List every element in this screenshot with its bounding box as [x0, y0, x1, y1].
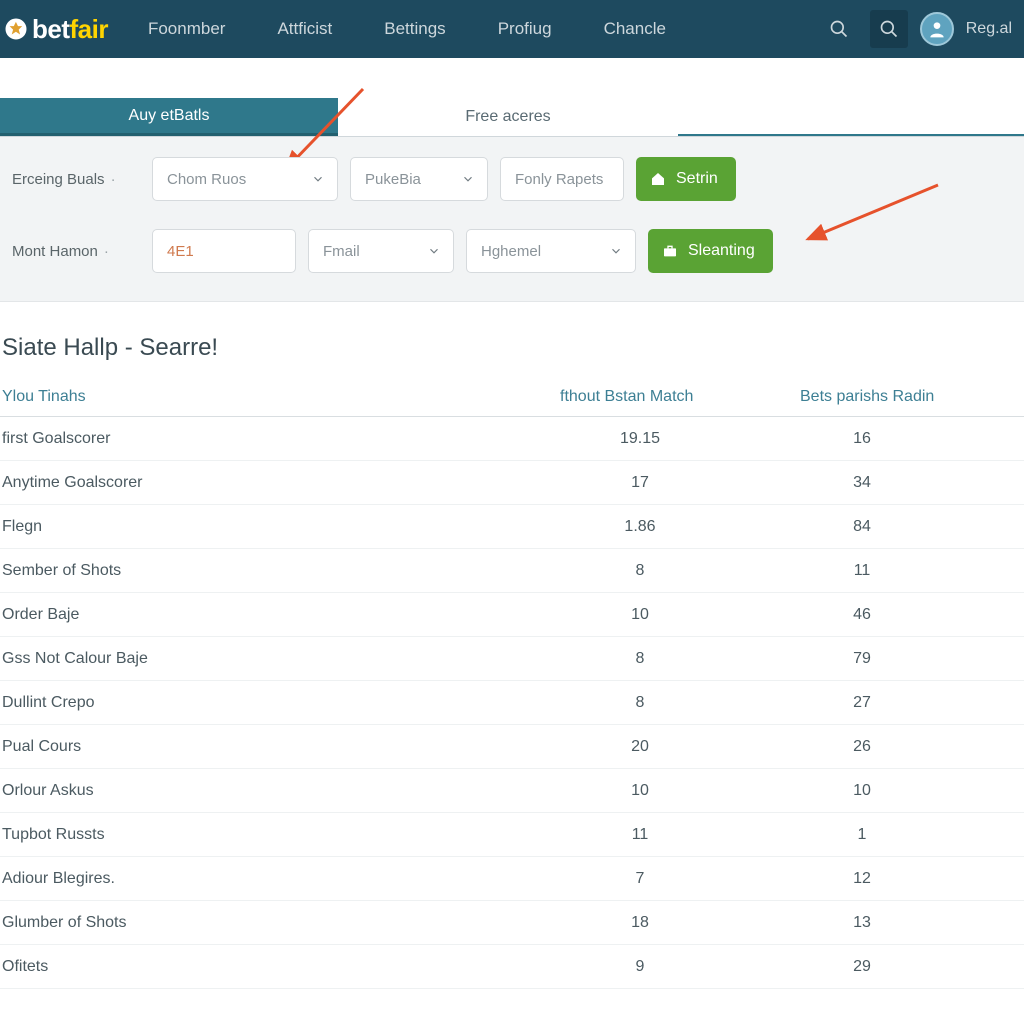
- cell-col2: 8: [560, 562, 800, 580]
- nav-item-3[interactable]: Profiug: [472, 19, 578, 39]
- cell-col3: 84: [800, 518, 1024, 536]
- cell-name: Tupbot Russts: [0, 826, 560, 844]
- filter-row-1: Erceing Buals· Chom Ruos PukeBia Fonly R…: [12, 157, 1012, 201]
- cell-col3: 34: [800, 474, 1024, 492]
- logo[interactable]: betfair: [0, 14, 122, 45]
- cell-name: Glumber of Shots: [0, 914, 560, 932]
- cell-col3: 46: [800, 606, 1024, 624]
- tab-secondary[interactable]: Free aceres: [338, 98, 678, 136]
- table-header: Ylou Tinahs fthout Bstan Match Bets pari…: [0, 382, 1024, 417]
- chevron-down-icon: [609, 244, 623, 258]
- cell-name: Dullint Crepo: [0, 694, 560, 712]
- table-row[interactable]: Ofitets929: [0, 945, 1024, 989]
- th-col3[interactable]: Bets parishs Radin: [800, 388, 1024, 406]
- cell-col3: 12: [800, 870, 1024, 888]
- cell-col3: 16: [800, 430, 1024, 448]
- chevron-down-icon: [461, 172, 475, 186]
- table-row[interactable]: Order Baje1046: [0, 593, 1024, 637]
- tab-active[interactable]: Auy etBatls: [0, 98, 338, 136]
- filter-row-2: Mont Hamon· Fmail Hghemel Sleanting: [12, 229, 1012, 273]
- filter-panel: Erceing Buals· Chom Ruos PukeBia Fonly R…: [0, 137, 1024, 302]
- table-row[interactable]: Dullint Crepo827: [0, 681, 1024, 725]
- cell-col3: 79: [800, 650, 1024, 668]
- cell-col2: 1.86: [560, 518, 800, 536]
- cell-col2: 8: [560, 694, 800, 712]
- th-col2[interactable]: fthout Bstan Match: [560, 388, 800, 406]
- cell-name: first Goalscorer: [0, 430, 560, 448]
- table-row[interactable]: Glumber of Shots1813: [0, 901, 1024, 945]
- cell-col3: 1: [800, 826, 1024, 844]
- avatar[interactable]: [920, 12, 954, 46]
- app-header: betfair Foonmber Attficist Bettings Prof…: [0, 0, 1024, 58]
- briefcase-icon: [662, 243, 678, 259]
- nav-item-2[interactable]: Bettings: [358, 19, 471, 39]
- cell-col2: 20: [560, 738, 800, 756]
- primary-nav: Foonmber Attficist Bettings Profiug Chan…: [122, 19, 820, 39]
- th-name[interactable]: Ylou Tinahs: [0, 388, 560, 406]
- cell-name: Adiour Blegires.: [0, 870, 560, 888]
- filter2-submit-button[interactable]: Sleanting: [648, 229, 773, 273]
- cell-name: Orlour Askus: [0, 782, 560, 800]
- filter1-select-1[interactable]: Chom Ruos: [152, 157, 338, 201]
- tab-row: Auy etBatls Free aceres: [0, 98, 1024, 137]
- cell-col3: 13: [800, 914, 1024, 932]
- cell-col2: 7: [560, 870, 800, 888]
- table-row[interactable]: Pual Cours2026: [0, 725, 1024, 769]
- header-actions: Reg.al: [820, 10, 1020, 48]
- cell-name: Sember of Shots: [0, 562, 560, 580]
- cell-col3: 27: [800, 694, 1024, 712]
- logo-text: betfair: [32, 14, 108, 45]
- cell-name: Order Baje: [0, 606, 560, 624]
- filter2-input[interactable]: [152, 229, 296, 273]
- filter1-select-3[interactable]: Fonly Rapets: [500, 157, 624, 201]
- section-title: Siate Hallp - Searre!: [0, 302, 1024, 382]
- filter2-select-2[interactable]: Hghemel: [466, 229, 636, 273]
- filter2-select-1[interactable]: Fmail: [308, 229, 454, 273]
- chevron-down-icon: [427, 244, 441, 258]
- cell-col2: 19.15: [560, 430, 800, 448]
- table-row[interactable]: Orlour Askus1010: [0, 769, 1024, 813]
- home-icon: [650, 171, 666, 187]
- cell-col3: 29: [800, 958, 1024, 976]
- filter1-label: Erceing Buals·: [12, 171, 152, 188]
- cell-col2: 8: [560, 650, 800, 668]
- cell-col2: 18: [560, 914, 800, 932]
- cell-col2: 9: [560, 958, 800, 976]
- table-row[interactable]: Adiour Blegires.712: [0, 857, 1024, 901]
- cell-col2: 10: [560, 782, 800, 800]
- nav-item-0[interactable]: Foonmber: [122, 19, 251, 39]
- cell-col2: 10: [560, 606, 800, 624]
- filter2-label: Mont Hamon·: [12, 243, 152, 260]
- table-row[interactable]: first Goalscorer19.1516: [0, 417, 1024, 461]
- filter1-submit-button[interactable]: Setrin: [636, 157, 736, 201]
- cell-name: Gss Not Calour Baje: [0, 650, 560, 668]
- markets-table: Ylou Tinahs fthout Bstan Match Bets pari…: [0, 382, 1024, 989]
- table-row[interactable]: Sember of Shots811: [0, 549, 1024, 593]
- register-link[interactable]: Reg.al: [966, 20, 1012, 38]
- cell-col2: 17: [560, 474, 800, 492]
- filter1-select-2[interactable]: PukeBia: [350, 157, 488, 201]
- cell-name: Anytime Goalscorer: [0, 474, 560, 492]
- table-row[interactable]: Anytime Goalscorer1734: [0, 461, 1024, 505]
- cell-col3: 11: [800, 562, 1024, 580]
- tab-spacer: [678, 98, 1024, 136]
- table-row[interactable]: Gss Not Calour Baje879: [0, 637, 1024, 681]
- search-alt-icon[interactable]: [870, 10, 908, 48]
- cell-name: Pual Cours: [0, 738, 560, 756]
- nav-item-4[interactable]: Chancle: [578, 19, 692, 39]
- search-icon[interactable]: [820, 10, 858, 48]
- table-row[interactable]: Tupbot Russts111: [0, 813, 1024, 857]
- cell-name: Flegn: [0, 518, 560, 536]
- chevron-down-icon: [311, 172, 325, 186]
- nav-item-1[interactable]: Attficist: [251, 19, 358, 39]
- logo-icon: [4, 17, 28, 41]
- table-row[interactable]: Flegn1.8684: [0, 505, 1024, 549]
- cell-name: Ofitets: [0, 958, 560, 976]
- table-body: first Goalscorer19.1516Anytime Goalscore…: [0, 417, 1024, 989]
- cell-col3: 26: [800, 738, 1024, 756]
- cell-col3: 10: [800, 782, 1024, 800]
- cell-col2: 11: [560, 826, 800, 844]
